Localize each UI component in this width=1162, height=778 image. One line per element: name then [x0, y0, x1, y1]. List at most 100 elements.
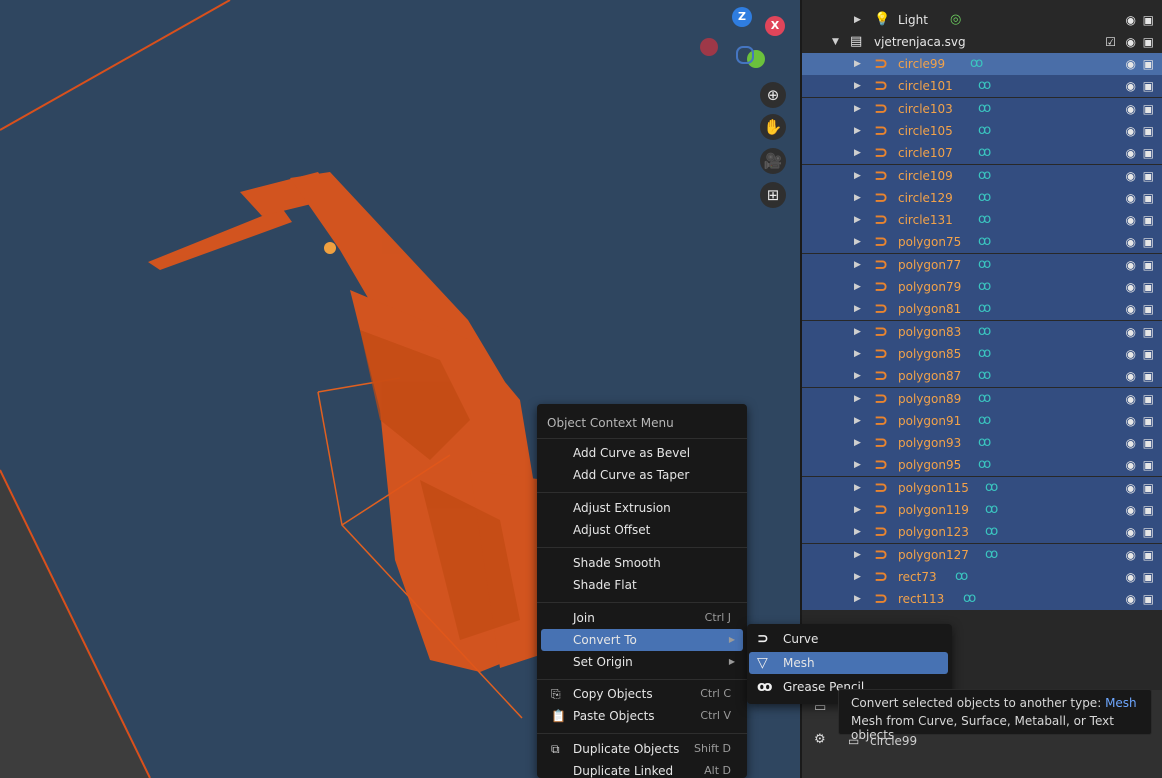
render-icon[interactable]: ▣ [1143, 298, 1154, 320]
render-icon[interactable]: ▣ [1143, 321, 1154, 343]
eye-icon[interactable]: ◉ [1126, 9, 1136, 31]
outliner-row-object[interactable]: ▶ ⊃ polygon119 ꝏ ◉ ▣ [802, 499, 1162, 521]
menu-item-adjust-extrusion[interactable]: Adjust Extrusion [541, 497, 743, 519]
render-icon[interactable]: ▣ [1143, 365, 1154, 387]
outliner-panel[interactable]: ▶ 💡 Light ◎ ◉ ▣ ▼ ▤ vjetrenjaca.svg ☑ ◉ … [800, 0, 1162, 690]
expand-icon[interactable]: ▶ [854, 588, 861, 610]
grid-icon[interactable]: ⊞ [760, 182, 786, 208]
render-icon[interactable]: ▣ [1143, 209, 1154, 231]
expand-icon[interactable]: ▶ [854, 209, 861, 231]
render-icon[interactable]: ▣ [1143, 53, 1154, 75]
eye-icon[interactable]: ◉ [1126, 588, 1136, 610]
outliner-row-object[interactable]: ▶ ⊃ circle101 ꝏ ◉ ▣ [802, 75, 1162, 97]
eye-icon[interactable]: ◉ [1126, 298, 1136, 320]
eye-icon[interactable]: ◉ [1126, 566, 1136, 588]
eye-icon[interactable]: ◉ [1126, 142, 1136, 164]
menu-item-add-curve-bevel[interactable]: Add Curve as Bevel [541, 442, 743, 464]
render-icon[interactable]: ▣ [1143, 31, 1154, 53]
expand-icon[interactable]: ▶ [854, 75, 861, 97]
eye-icon[interactable]: ◉ [1126, 165, 1136, 187]
menu-item-duplicate-objects[interactable]: ⧉ Duplicate Objects Shift D [541, 738, 743, 760]
expand-icon[interactable]: ▶ [854, 343, 861, 365]
submenu-item-curve[interactable]: ⊃ Curve [749, 628, 948, 650]
render-icon[interactable]: ▣ [1143, 410, 1154, 432]
eye-icon[interactable]: ◉ [1126, 209, 1136, 231]
render-icon[interactable]: ▣ [1143, 454, 1154, 476]
outliner-row-object[interactable]: ▶ ⊃ polygon87 ꝏ ◉ ▣ [802, 365, 1162, 387]
eye-icon[interactable]: ◉ [1126, 343, 1136, 365]
eye-icon[interactable]: ◉ [1126, 521, 1136, 543]
menu-item-convert-to[interactable]: Convert To ▶ [541, 629, 743, 651]
render-icon[interactable]: ▣ [1143, 477, 1154, 499]
menu-item-join[interactable]: Join Ctrl J [541, 607, 743, 629]
camera-icon[interactable]: 🎥 [760, 148, 786, 174]
eye-icon[interactable]: ◉ [1126, 365, 1136, 387]
expand-icon[interactable]: ▶ [854, 9, 861, 31]
outliner-row-object[interactable]: ▶ ⊃ polygon85 ꝏ ◉ ▣ [802, 343, 1162, 365]
expand-icon[interactable]: ▶ [854, 521, 861, 543]
render-icon[interactable]: ▣ [1143, 566, 1154, 588]
expand-icon[interactable]: ▶ [854, 388, 861, 410]
render-icon[interactable]: ▣ [1143, 187, 1154, 209]
expand-icon[interactable]: ▶ [854, 410, 861, 432]
expand-icon[interactable]: ▶ [854, 53, 861, 75]
eye-icon[interactable]: ◉ [1126, 187, 1136, 209]
menu-item-shade-smooth[interactable]: Shade Smooth [541, 552, 743, 574]
expand-icon[interactable]: ▶ [854, 298, 861, 320]
eye-icon[interactable]: ◉ [1126, 254, 1136, 276]
outliner-row-object[interactable]: ▶ ⊃ polygon75 ꝏ ◉ ▣ [802, 231, 1162, 253]
outliner-row-light[interactable]: ▶ 💡 Light ◎ ◉ ▣ [802, 9, 1162, 31]
collapse-icon[interactable]: ▼ [832, 31, 839, 53]
eye-icon[interactable]: ◉ [1126, 321, 1136, 343]
expand-icon[interactable]: ▶ [854, 365, 861, 387]
outliner-row-object[interactable]: ▶ ⊃ polygon127 ꝏ ◉ ▣ [802, 544, 1162, 566]
axis-gizmo[interactable]: Z X [700, 4, 790, 74]
menu-item-copy-objects[interactable]: ⎘ Copy Objects Ctrl C [541, 683, 743, 705]
expand-icon[interactable]: ▶ [854, 566, 861, 588]
menu-item-set-origin[interactable]: Set Origin ▶ [541, 651, 743, 673]
eye-icon[interactable]: ◉ [1126, 388, 1136, 410]
outliner-row-collection[interactable]: ▼ ▤ vjetrenjaca.svg ☑ ◉ ▣ [802, 31, 1162, 53]
outliner-row-object[interactable]: ▶ ⊃ rect73 ꝏ ◉ ▣ [802, 566, 1162, 588]
outliner-row-object[interactable]: ▶ ⊃ polygon115 ꝏ ◉ ▣ [802, 477, 1162, 499]
hand-icon[interactable]: ✋ [760, 114, 786, 140]
outliner-row-object[interactable]: ▶ ⊃ polygon93 ꝏ ◉ ▣ [802, 432, 1162, 454]
render-icon[interactable]: ▣ [1143, 432, 1154, 454]
eye-icon[interactable]: ◉ [1126, 75, 1136, 97]
outliner-row-object[interactable]: ▶ ⊃ circle107 ꝏ ◉ ▣ [802, 142, 1162, 164]
outliner-row-object[interactable]: ▶ ⊃ polygon91 ꝏ ◉ ▣ [802, 410, 1162, 432]
render-icon[interactable]: ▣ [1143, 544, 1154, 566]
eye-icon[interactable]: ◉ [1126, 544, 1136, 566]
expand-icon[interactable]: ▶ [854, 544, 861, 566]
render-icon[interactable]: ▣ [1143, 120, 1154, 142]
expand-icon[interactable]: ▶ [854, 454, 861, 476]
eye-icon[interactable]: ◉ [1126, 231, 1136, 253]
menu-item-add-curve-taper[interactable]: Add Curve as Taper [541, 464, 743, 486]
menu-item-paste-objects[interactable]: 📋 Paste Objects Ctrl V [541, 705, 743, 727]
menu-item-shade-flat[interactable]: Shade Flat [541, 574, 743, 596]
expand-icon[interactable]: ▶ [854, 321, 861, 343]
expand-icon[interactable]: ▶ [854, 499, 861, 521]
expand-icon[interactable]: ▶ [854, 276, 861, 298]
outliner-row-object[interactable]: ▶ ⊃ polygon77 ꝏ ◉ ▣ [802, 254, 1162, 276]
render-icon[interactable]: ▣ [1143, 75, 1154, 97]
zoom-icon[interactable]: ⊕ [760, 82, 786, 108]
render-icon[interactable]: ▣ [1143, 231, 1154, 253]
expand-icon[interactable]: ▶ [854, 165, 861, 187]
menu-item-adjust-offset[interactable]: Adjust Offset [541, 519, 743, 541]
object-context-menu[interactable]: Object Context Menu Add Curve as Bevel A… [537, 404, 747, 778]
outliner-row-object[interactable]: ▶ ⊃ polygon123 ꝏ ◉ ▣ [802, 521, 1162, 543]
render-icon[interactable]: ▣ [1143, 388, 1154, 410]
render-icon[interactable]: ▣ [1143, 165, 1154, 187]
outliner-row-object[interactable]: ▶ ⊃ circle99 ꝏ ◉ ▣ [802, 53, 1162, 75]
render-icon[interactable]: ▣ [1143, 588, 1154, 610]
render-icon[interactable]: ▣ [1143, 9, 1154, 31]
outliner-row-object[interactable]: ▶ ⊃ circle109 ꝏ ◉ ▣ [802, 165, 1162, 187]
render-icon[interactable]: ▣ [1143, 521, 1154, 543]
expand-icon[interactable]: ▶ [854, 231, 861, 253]
eye-icon[interactable]: ◉ [1126, 276, 1136, 298]
outliner-row-object[interactable]: ▶ ⊃ polygon79 ꝏ ◉ ▣ [802, 276, 1162, 298]
render-icon[interactable]: ▣ [1143, 98, 1154, 120]
outliner-row-object[interactable]: ▶ ⊃ circle103 ꝏ ◉ ▣ [802, 98, 1162, 120]
outliner-row-object[interactable]: ▶ ⊃ polygon81 ꝏ ◉ ▣ [802, 298, 1162, 320]
